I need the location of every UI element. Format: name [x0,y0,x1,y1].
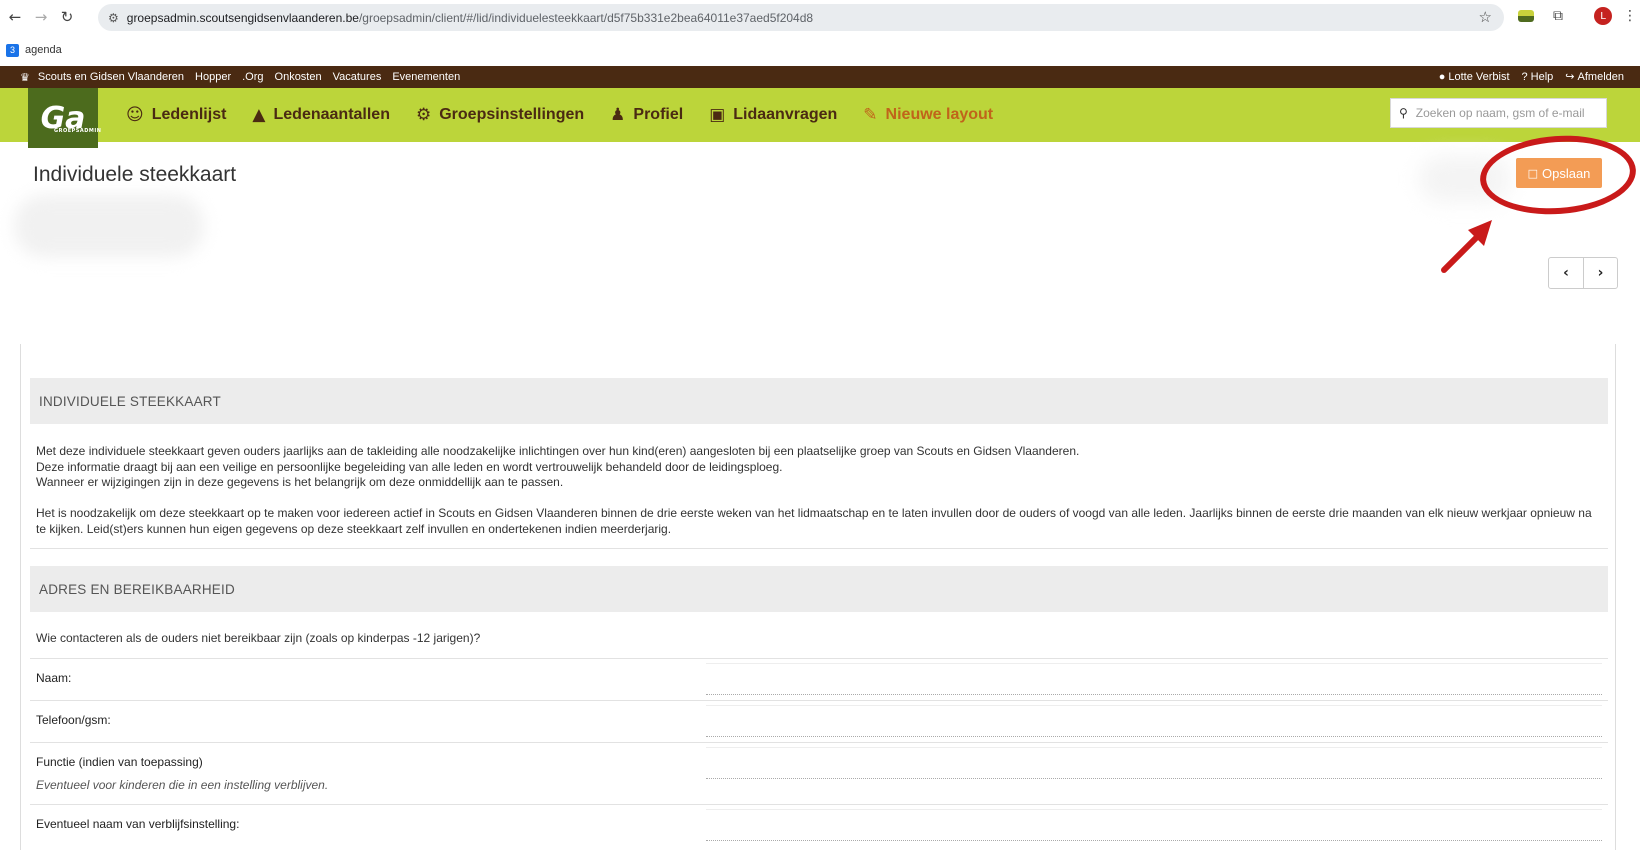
search-input[interactable]: ⚲ Zoeken op naam, gsm of e-mail [1390,98,1607,128]
steekkaart-form: INDIVIDUELE STEEKKAART Met deze individu… [20,344,1616,850]
naam-input[interactable] [706,663,1602,695]
url-path: /groepsadmin/client/#/lid/individueleste… [358,10,814,25]
functie-input[interactable] [706,747,1602,779]
form-row-naam: Naam: [30,658,1608,700]
topbar-link-evenementen[interactable]: Evenementen [392,71,460,83]
field-hint: Eventueel voor kinderen die in een inste… [36,778,329,792]
sign-out-icon: ↪ [1565,71,1575,83]
topbar-link-vacatures[interactable]: Vacatures [333,71,382,83]
page-title: Individuele steekkaart [33,163,237,186]
url-host: groepsadmin.scoutsengidsenvlaanderen.be [126,10,359,25]
external-edit-icon: ✎ [863,105,878,125]
question-icon: ? [1521,70,1528,83]
extension-icon[interactable] [1516,6,1536,26]
intro-line-3: Wanneer er wijzigingen zijn in deze gege… [36,475,564,489]
previous-chevron-icon[interactable]: ‹ [1549,258,1583,288]
intro-paragraph-2: Het is noodzakelijk om deze steekkaart o… [36,506,1592,536]
user-icon: ♟ [610,105,626,125]
topbar-link-onkosten[interactable]: Onkosten [275,71,322,83]
area-chart-icon: ▲ [252,105,266,125]
bookmark-agenda[interactable]: agenda [25,44,62,56]
kebab-menu-icon[interactable]: ⋮ [1620,6,1640,26]
section-heading-steekkaart: INDIVIDUELE STEEKKAART [30,378,1608,424]
field-label: Naam: [36,671,72,685]
form-row-functie: Functie (indien van toepassing) Eventuee… [30,742,1608,804]
main-navigation: Ga GROEPSADMIN ☺ Ledenlijst ▲ Ledenaantall… [0,88,1640,148]
help-link[interactable]: ? Help [1522,70,1554,83]
topbar-link-hopper[interactable]: Hopper [195,71,231,83]
intro-text: Met deze individuele steekkaart geven ou… [36,444,1596,553]
contact-card-icon: ▣ [709,105,726,125]
top-links-bar: ♛ Scouts en Gidsen Vlaanderen Hopper .Or… [0,66,1640,88]
reload-icon[interactable]: ↻ [54,4,80,30]
user-icon: ● [1438,70,1446,83]
profile-avatar[interactable]: L [1593,6,1613,26]
puzzle-extensions-icon[interactable]: ⧉ [1548,6,1568,26]
site-settings-icon[interactable]: ⚙ [108,11,119,25]
browser-toolbar: ← → ↻ ⚙ groepsadmin.scoutsengidsenvlaand… [0,0,1640,34]
search-placeholder: Zoeken op naam, gsm of e-mail [1415,106,1585,120]
contact-question: Wie contacteren als de ouders niet berei… [36,631,481,645]
bookmark-star-icon[interactable]: ☆ [1479,8,1492,26]
blurred-region [14,195,204,257]
highlight-arrow-annotation [1441,220,1492,273]
topbar-link-sgv[interactable]: Scouts en Gidsen Vlaanderen [38,71,184,83]
logout-link[interactable]: ↪ Afmelden [1565,70,1624,84]
nav-ledenaantallen[interactable]: ▲ Ledenaantallen [252,105,390,125]
nav-lidaanvragen[interactable]: ▣ Lidaanvragen [709,105,837,125]
section-heading-adres: ADRES EN BEREIKBAARHEID [30,566,1608,612]
sgv-logo-icon: ♛ [20,70,30,84]
form-row-telefoon: Telefoon/gsm: [30,700,1608,742]
nav-nieuwe-layout[interactable]: ✎ Nieuwe layout [863,105,993,125]
intro-line-1: Met deze individuele steekkaart geven ou… [36,444,1080,458]
record-pager: ‹ › [1548,257,1618,289]
search-icon: ⚲ [1399,106,1408,120]
verblijfsinstelling-input[interactable] [706,809,1602,841]
next-chevron-icon[interactable]: › [1583,258,1617,288]
intro-line-2: Deze informatie draagt bij aan een veili… [36,459,783,474]
groepsadmin-logo[interactable]: Ga GROEPSADMIN [28,88,101,148]
nav-profiel[interactable]: ♟ Profiel [610,105,683,125]
calendar-icon: 3 [6,43,19,57]
user-menu[interactable]: ● Lotte Verbist [1439,70,1510,83]
address-bar[interactable]: ⚙ groepsadmin.scoutsengidsenvlaanderen.b… [98,4,1504,31]
topbar-link-org[interactable]: .Org [242,71,263,83]
field-label: Telefoon/gsm: [36,713,111,727]
cogs-icon: ⚙ [415,105,432,125]
nav-ledenlijst[interactable]: ☺ Ledenlijst [126,105,226,125]
highlight-circle-annotation [1477,130,1639,220]
field-label: Eventueel naam van verblijfsinstelling: [36,817,240,831]
form-row-verblijfsinstelling: Eventueel naam van verblijfsinstelling: [30,804,1608,846]
nav-groepsinstellingen[interactable]: ⚙ Groepsinstellingen [416,105,584,125]
bookmarks-bar: 3 agenda [0,38,1640,62]
telefoon-input[interactable] [706,705,1602,737]
users-icon: ☺ [126,105,144,125]
field-label: Functie (indien van toepassing) [36,755,203,769]
back-icon[interactable]: ← [2,4,28,30]
divider [30,548,1608,549]
forward-icon[interactable]: → [28,4,54,30]
